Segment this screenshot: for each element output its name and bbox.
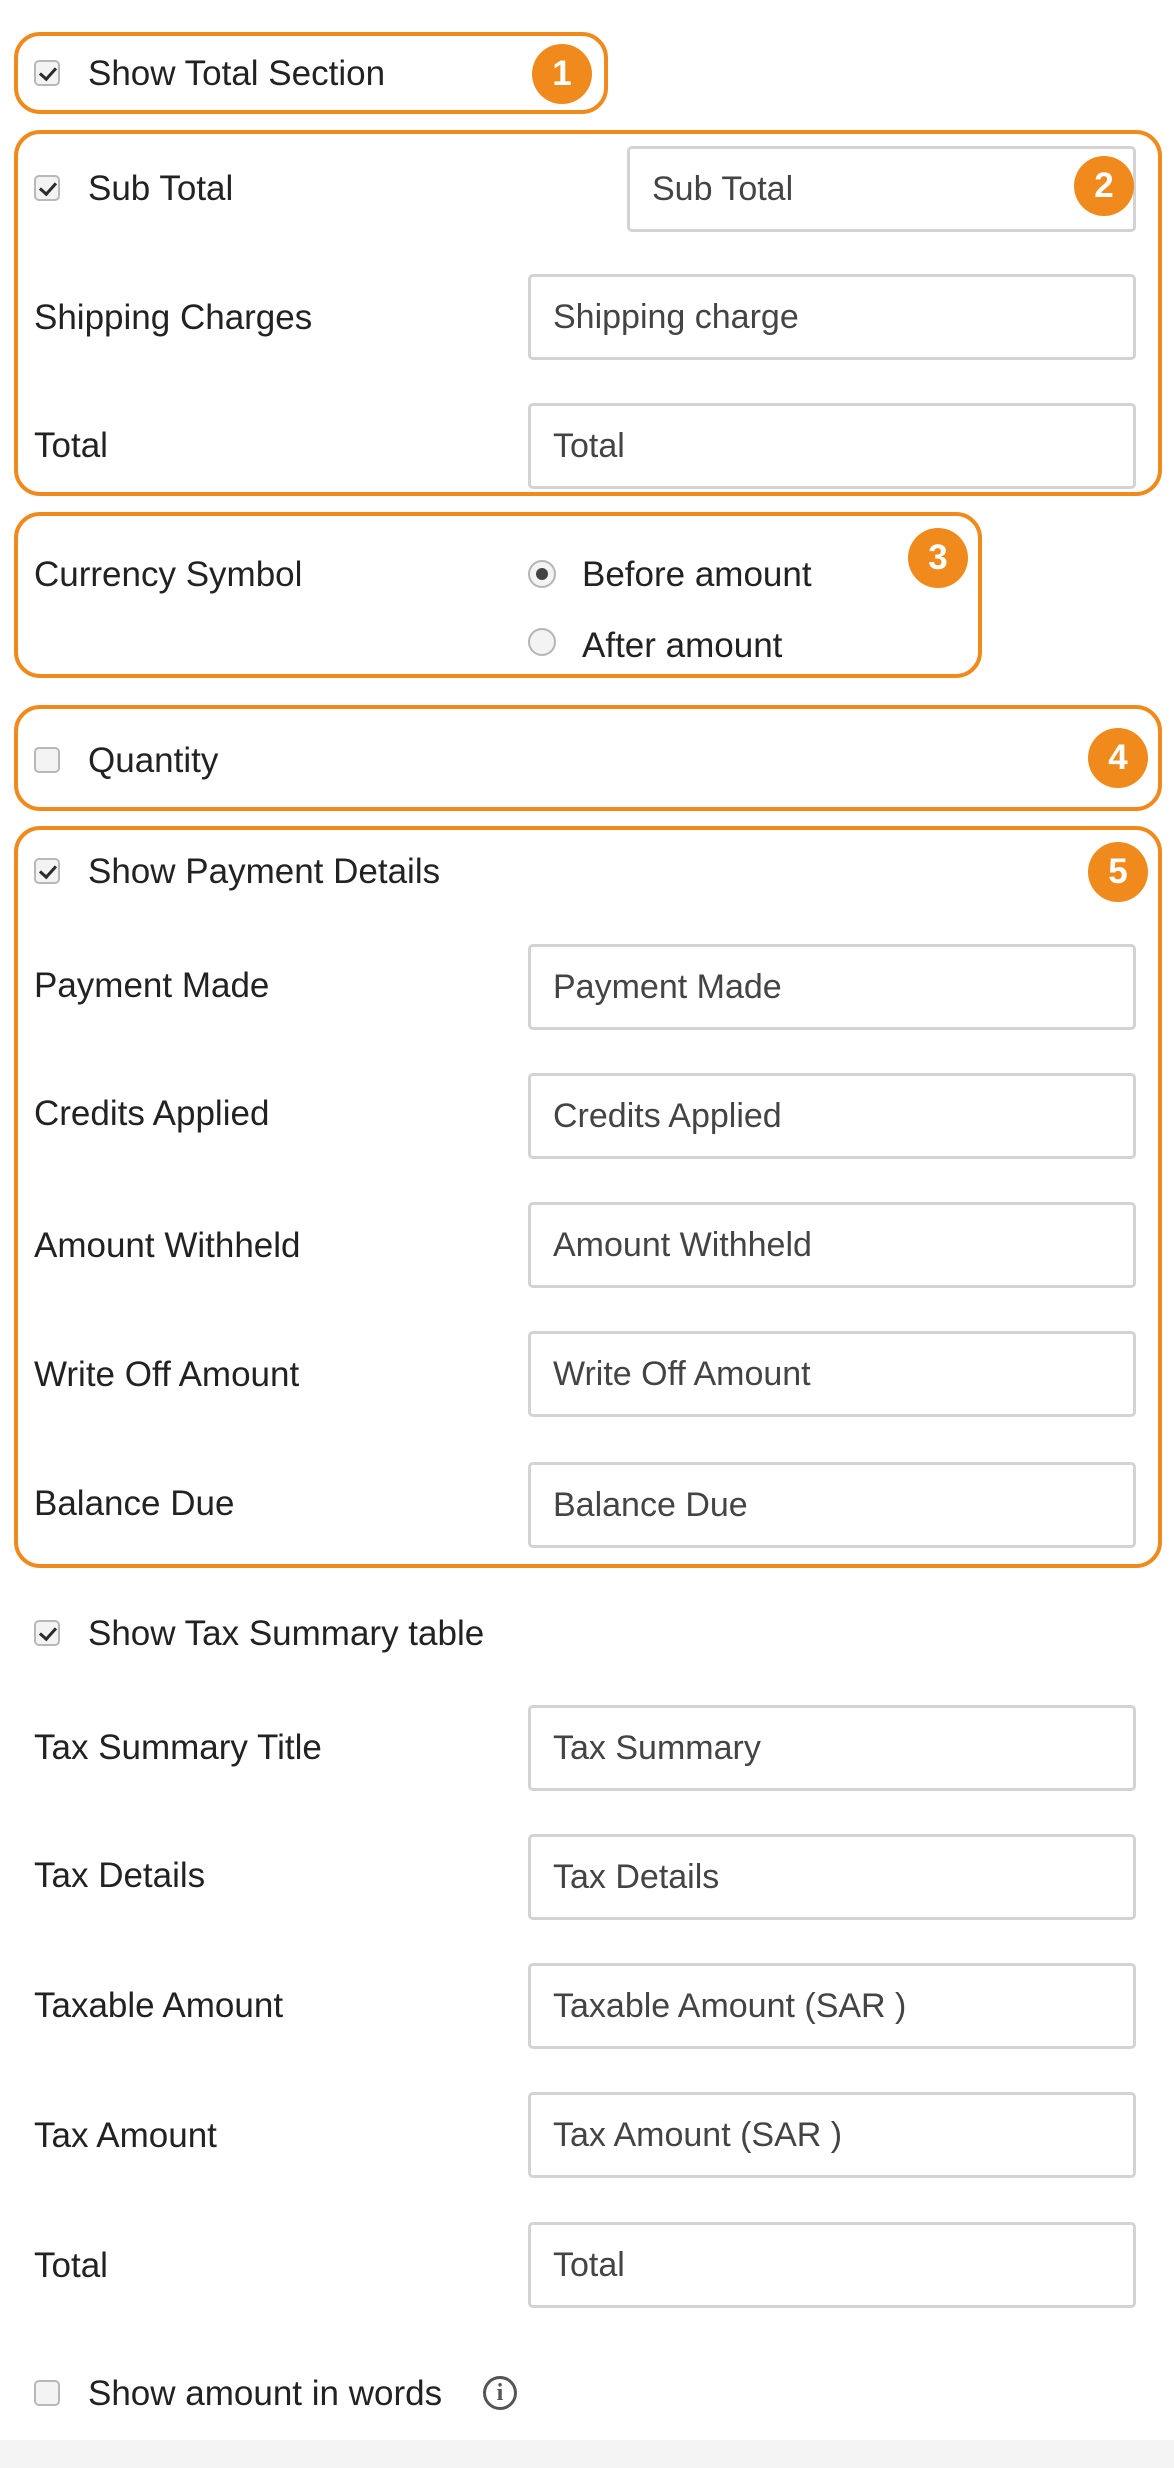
quantity-checkbox[interactable]	[34, 747, 60, 773]
tax-summary-title-label: Tax Summary Title	[34, 1728, 322, 1767]
write-off-amount-label: Write Off Amount	[34, 1355, 300, 1394]
tax-total-label: Total	[34, 2246, 108, 2285]
tax-summary-title-input[interactable]	[528, 1705, 1136, 1791]
info-icon[interactable]: i	[483, 2376, 517, 2410]
show-amount-in-words-checkbox[interactable]	[34, 2380, 60, 2406]
balance-due-input[interactable]	[528, 1462, 1136, 1548]
badge-3: 3	[908, 528, 968, 588]
show-payment-details-checkbox[interactable]	[34, 858, 60, 884]
tax-details-label: Tax Details	[34, 1856, 206, 1895]
radio-after-amount[interactable]	[528, 628, 556, 656]
sub-total-input[interactable]	[627, 146, 1136, 232]
credits-applied-label: Credits Applied	[34, 1094, 270, 1133]
amount-withheld-label: Amount Withheld	[34, 1226, 301, 1265]
badge-4: 4	[1088, 728, 1148, 788]
tax-details-input[interactable]	[528, 1834, 1136, 1920]
taxable-amount-label: Taxable Amount	[34, 1986, 284, 2025]
total-label: Total	[34, 426, 108, 465]
show-tax-summary-checkbox[interactable]	[34, 1620, 60, 1646]
sub-total-label: Sub Total	[88, 169, 234, 208]
show-tax-summary-label: Show Tax Summary table	[88, 1614, 485, 1653]
after-amount-label: After amount	[582, 626, 783, 665]
shipping-charges-input[interactable]	[528, 274, 1136, 360]
badge-5: 5	[1088, 842, 1148, 902]
credits-applied-input[interactable]	[528, 1073, 1136, 1159]
sub-total-checkbox[interactable]	[34, 175, 60, 201]
payment-made-label: Payment Made	[34, 966, 270, 1005]
badge-2: 2	[1074, 156, 1134, 216]
tax-amount-input[interactable]	[528, 2092, 1136, 2178]
highlight-box-5	[14, 826, 1162, 1568]
balance-due-label: Balance Due	[34, 1484, 235, 1523]
show-total-section-label: Show Total Section	[88, 54, 386, 93]
show-payment-details-label: Show Payment Details	[88, 852, 441, 891]
show-amount-in-words-label: Show amount in words	[88, 2374, 443, 2413]
tax-total-input[interactable]	[528, 2222, 1136, 2308]
quantity-label: Quantity	[88, 741, 219, 780]
before-amount-label: Before amount	[582, 555, 812, 594]
badge-1: 1	[532, 44, 592, 104]
shipping-charges-label: Shipping Charges	[34, 298, 313, 337]
payment-made-input[interactable]	[528, 944, 1136, 1030]
total-input[interactable]	[528, 403, 1136, 489]
write-off-amount-input[interactable]	[528, 1331, 1136, 1417]
show-total-section-checkbox[interactable]	[34, 60, 60, 86]
amount-withheld-input[interactable]	[528, 1202, 1136, 1288]
currency-symbol-label: Currency Symbol	[34, 555, 303, 594]
taxable-amount-input[interactable]	[528, 1963, 1136, 2049]
bottom-strip	[0, 2440, 1174, 2468]
radio-before-amount[interactable]	[528, 560, 556, 588]
tax-amount-label: Tax Amount	[34, 2116, 217, 2155]
